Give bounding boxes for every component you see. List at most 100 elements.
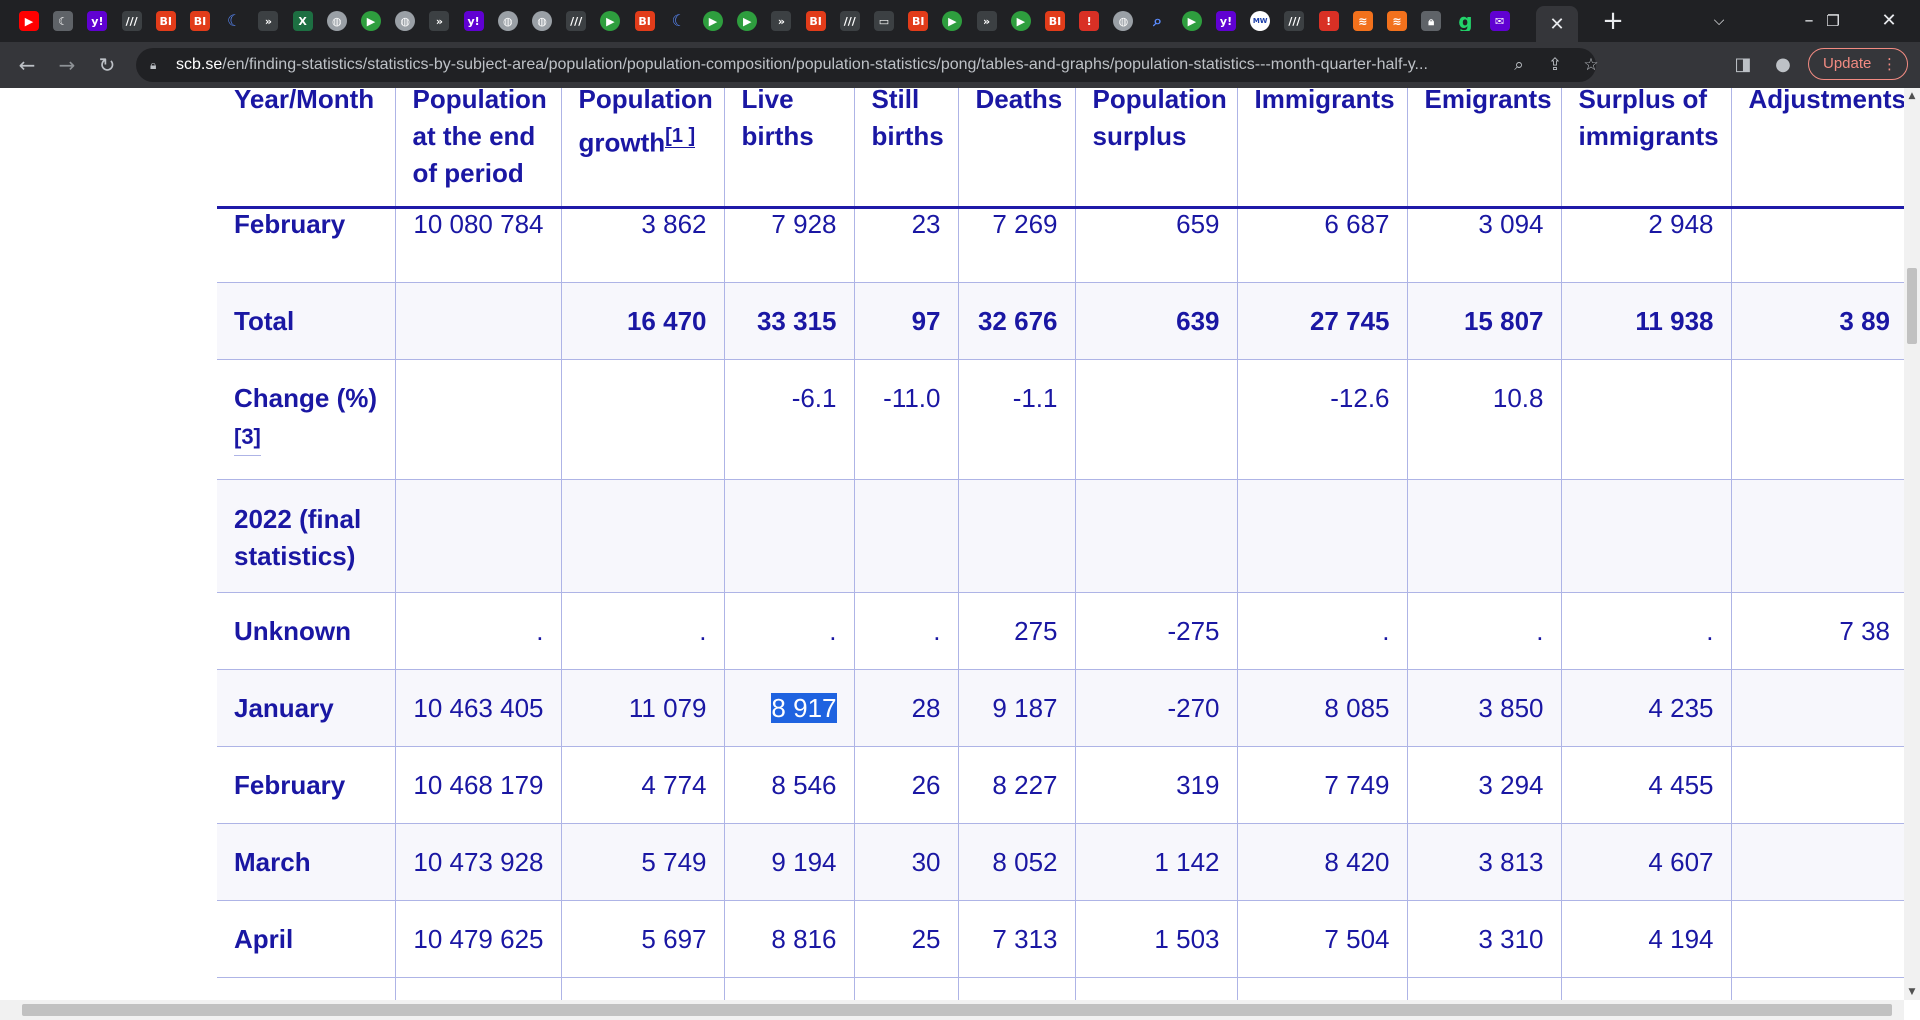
lines-favicon-icon: ///	[566, 11, 587, 31]
browser-tab[interactable]: BI	[905, 8, 931, 34]
browser-tab[interactable]: 🔒︎	[1418, 8, 1444, 34]
browser-tab[interactable]: »	[426, 8, 452, 34]
browser-tab[interactable]: ≋	[1384, 8, 1410, 34]
browser-tab[interactable]: ≋	[1350, 8, 1376, 34]
horizontal-scroll-thumb[interactable]	[22, 1004, 1892, 1016]
side-panel-icon[interactable]: ◨	[1728, 50, 1758, 80]
browser-tab[interactable]: ▶	[597, 8, 623, 34]
browser-tab[interactable]: ▶	[16, 8, 42, 34]
browser-tab[interactable]: BI	[153, 8, 179, 34]
cell: 7 928	[723, 207, 854, 283]
cell: 10 486 251	[394, 977, 561, 1000]
browser-tab[interactable]: ///	[563, 8, 589, 34]
yahoo-favicon-icon: y!	[1216, 11, 1236, 31]
table-body: Total 16 470 33 315 97 32 676 639 27 745…	[217, 282, 1904, 1000]
browser-tab[interactable]: g	[1452, 8, 1478, 34]
close-window-button[interactable]: ✕	[1866, 6, 1912, 36]
footnote-link-3[interactable]: [3]	[234, 418, 261, 456]
scroll-down-arrow-icon[interactable]: ▼	[1904, 984, 1920, 1000]
tab-search-icon[interactable]: ⌵	[1696, 6, 1742, 36]
browser-tab[interactable]: BI	[187, 8, 213, 34]
browser-tab[interactable]: ☾	[666, 8, 692, 34]
cell: 10 473 928	[394, 823, 561, 901]
header-population-end: Population at the end of period	[394, 88, 561, 209]
browser-tab[interactable]: ▭	[871, 8, 897, 34]
browser-tab[interactable]: ◍	[495, 8, 521, 34]
population-statistics-table: February 10 080 784 3 862 7 928 23 7 269 659 6 …	[217, 88, 1904, 1000]
browser-tab[interactable]: !	[1316, 8, 1342, 34]
vertical-scrollbar[interactable]: ▲ ▼	[1904, 88, 1920, 1000]
cell: 3 294	[1406, 746, 1561, 824]
browser-tab[interactable]: ✉	[1487, 8, 1513, 34]
scroll-up-arrow-icon[interactable]: ▲	[1904, 88, 1920, 104]
cell: 5 749	[560, 823, 724, 901]
browser-tab[interactable]: »	[974, 8, 1000, 34]
browser-tab[interactable]: ▶	[939, 8, 965, 34]
browser-tab[interactable]: y!	[461, 8, 487, 34]
footnote-link-1[interactable]: [1 ]	[665, 125, 696, 148]
cell: 7 323	[957, 977, 1075, 1000]
restore-button[interactable]: ❐	[1810, 6, 1856, 36]
cell: 1 503	[1074, 900, 1237, 978]
back-button[interactable]: ←	[12, 50, 42, 80]
browser-tab[interactable]: BI	[632, 8, 658, 34]
url-text[interactable]: scb.se/en/finding-statistics/statistics-…	[176, 48, 1506, 82]
cell: 4 607	[1560, 823, 1731, 901]
cell: 23	[853, 207, 958, 283]
browser-tab[interactable]: BI	[1042, 8, 1068, 34]
total-surplus-immigrants: 11 938	[1560, 282, 1731, 360]
header-still-births: Still births	[853, 88, 958, 209]
table-row: January 10 463 405 11 079 8 917 28 9 187 -270 8…	[217, 669, 1904, 747]
profile-icon[interactable]: ●	[1768, 50, 1798, 80]
browser-tab[interactable]: !	[1076, 8, 1102, 34]
menu-dots-icon[interactable]: ⋮	[1882, 49, 1897, 79]
lock-icon[interactable]: 🔒︎	[150, 57, 166, 73]
browser-tab[interactable]: ///	[119, 8, 145, 34]
header-deaths: Deaths	[957, 88, 1075, 209]
vertical-scroll-thumb[interactable]	[1907, 268, 1917, 344]
browser-tab[interactable]: ▶	[734, 8, 760, 34]
horizontal-scrollbar[interactable]	[0, 1000, 1904, 1020]
browser-tab[interactable]: y!	[1213, 8, 1239, 34]
browser-tab[interactable]: ▶	[700, 8, 726, 34]
browser-tab[interactable]: ▶	[1179, 8, 1205, 34]
browser-tab[interactable]: BI	[803, 8, 829, 34]
bookmark-star-icon[interactable]: ☆	[1578, 52, 1604, 78]
browser-tab[interactable]: ◍	[392, 8, 418, 34]
cell: 659	[1074, 207, 1237, 283]
browser-tab[interactable]: ///	[837, 8, 863, 34]
bookmark-favicon-icon: ≋	[1387, 11, 1407, 31]
browser-tab[interactable]: ◍	[1110, 8, 1136, 34]
share-icon[interactable]: ⇪	[1542, 52, 1568, 78]
cell: 7 749	[1236, 746, 1407, 824]
browser-tab[interactable]: »	[255, 8, 281, 34]
browser-tab[interactable]: ▶	[1008, 8, 1034, 34]
update-button[interactable]: Update ⋮	[1808, 48, 1908, 80]
active-tab[interactable]: ✕	[1536, 6, 1578, 42]
yahoo-favicon-icon: y!	[87, 11, 108, 31]
browser-tab[interactable]: ☾	[50, 8, 76, 34]
browser-tab[interactable]: ▶	[358, 8, 384, 34]
cell: 1 142	[1074, 823, 1237, 901]
browser-tab[interactable]: X	[290, 8, 316, 34]
cell: 4 194	[1560, 900, 1731, 978]
address-bar[interactable]: 🔒︎ scb.se/en/finding-statistics/statisti…	[136, 48, 1599, 82]
browser-tab[interactable]: ☾	[221, 8, 247, 34]
browser-tab[interactable]: ⌕	[1145, 8, 1171, 34]
browser-tab[interactable]: ///	[1281, 8, 1307, 34]
reload-button[interactable]: ↻	[92, 50, 122, 80]
browser-tab[interactable]: »	[768, 8, 794, 34]
c-favicon-icon: ☾	[227, 11, 242, 30]
change-label-cell: Change (%) [3]	[217, 359, 395, 480]
browser-tab[interactable]: MW	[1247, 8, 1273, 34]
selected-text-highlight[interactable]: 8 917	[771, 693, 837, 723]
change-adjustments	[1730, 359, 1904, 480]
new-tab-button[interactable]: +	[1598, 6, 1628, 36]
close-tab-icon[interactable]: ✕	[1549, 14, 1564, 35]
browser-tab[interactable]: ◍	[324, 8, 350, 34]
total-row: Total 16 470 33 315 97 32 676 639 27 745…	[217, 282, 1904, 360]
browser-tab[interactable]: y!	[84, 8, 110, 34]
zoom-icon[interactable]: ⌕	[1506, 52, 1532, 78]
forward-button[interactable]: →	[52, 50, 82, 80]
browser-tab[interactable]: ◍	[529, 8, 555, 34]
